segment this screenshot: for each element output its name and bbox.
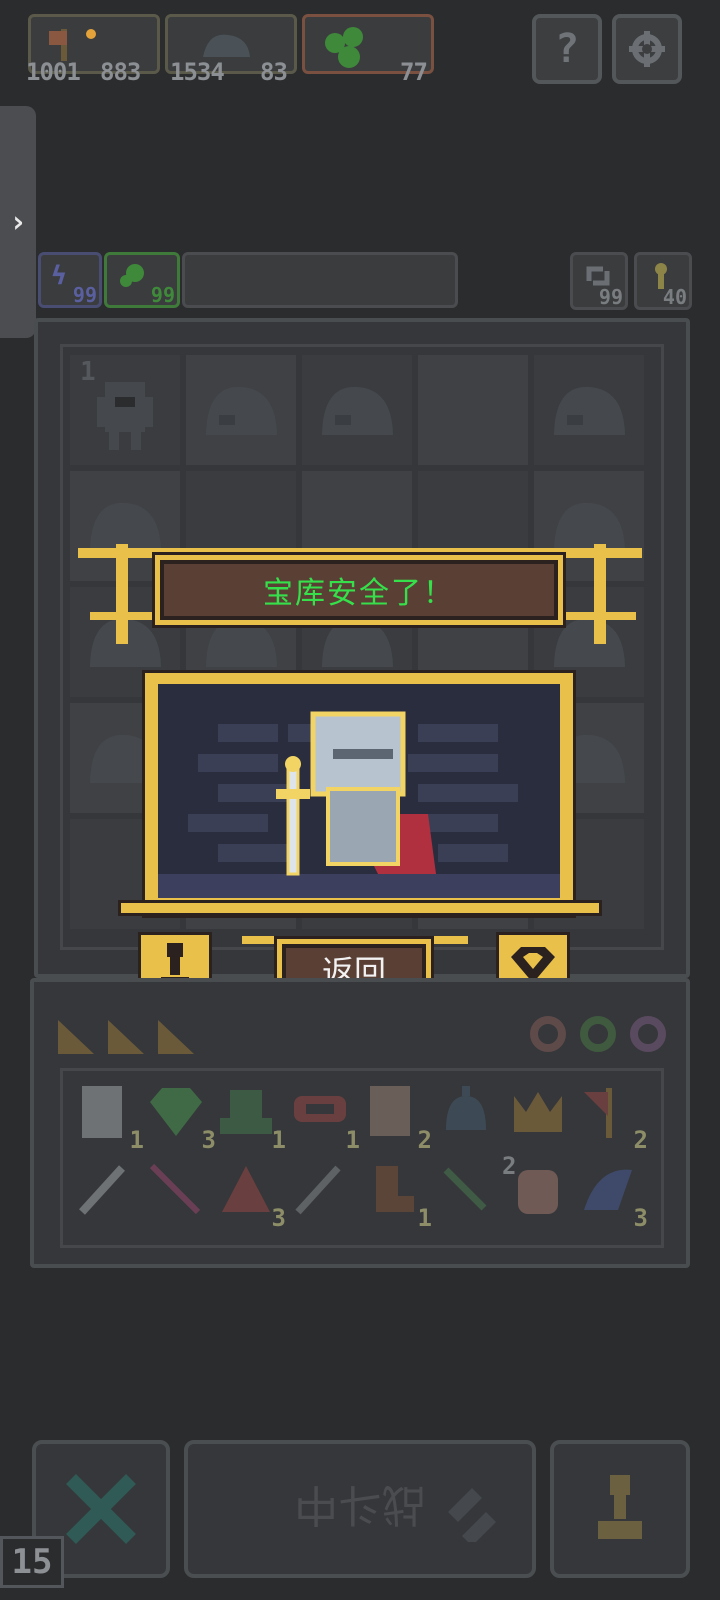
map-icon bbox=[370, 1086, 410, 1136]
resource-count-5: 77 bbox=[400, 58, 428, 86]
swap-icon bbox=[448, 1488, 496, 1542]
boot-item[interactable]: 1 bbox=[362, 1160, 432, 1232]
belt-item[interactable]: 1 bbox=[290, 1082, 360, 1154]
arrow-item[interactable] bbox=[146, 1160, 212, 1226]
ore-rock-icon bbox=[322, 386, 393, 435]
item-count: 1 bbox=[345, 1126, 360, 1154]
boot-icon bbox=[376, 1166, 414, 1212]
ore-rock-icon bbox=[206, 386, 277, 435]
pawn-button[interactable] bbox=[550, 1440, 690, 1578]
item-count: 3 bbox=[271, 1204, 286, 1232]
chess-pawn-icon bbox=[598, 1475, 642, 1539]
glove-icon bbox=[518, 1170, 558, 1214]
vault-cell-ore[interactable] bbox=[302, 355, 412, 465]
scroll-item[interactable]: 1 bbox=[74, 1082, 144, 1154]
helmet-item[interactable]: 3 bbox=[216, 1160, 286, 1232]
arrow-icon bbox=[149, 1163, 201, 1215]
hat-item[interactable]: 1 bbox=[216, 1082, 286, 1154]
resource-count-2: 883 bbox=[100, 58, 141, 86]
dagger-icon bbox=[79, 1165, 125, 1215]
crown-icon bbox=[514, 1092, 562, 1132]
item-count: 1 bbox=[417, 1204, 432, 1232]
vault-cell-ore[interactable] bbox=[186, 355, 296, 465]
belt-icon bbox=[294, 1096, 346, 1122]
notification-dot bbox=[86, 29, 96, 39]
resource-count-3: 1534 bbox=[170, 58, 225, 86]
item-count: 2 bbox=[502, 1152, 517, 1180]
vault-cell-monster[interactable]: 1 bbox=[70, 355, 180, 465]
wedge-icon[interactable] bbox=[156, 1016, 196, 1056]
scene-base bbox=[118, 900, 602, 916]
level-badge: 15 bbox=[0, 1536, 64, 1588]
bell-item[interactable] bbox=[436, 1082, 502, 1148]
ore-rock-icon bbox=[554, 386, 625, 435]
banner-post-right bbox=[594, 544, 606, 644]
side-drawer-tab[interactable]: › bbox=[0, 106, 36, 338]
hat-icon bbox=[220, 1090, 272, 1134]
chevron-right-icon: › bbox=[8, 204, 28, 240]
settings-button[interactable] bbox=[612, 14, 682, 84]
wing-item[interactable]: 3 bbox=[578, 1160, 648, 1232]
monster-icon bbox=[97, 382, 153, 450]
ring-icon[interactable] bbox=[628, 1014, 668, 1054]
vault-cell-empty[interactable] bbox=[418, 355, 528, 465]
help-button[interactable]: ? bbox=[532, 14, 602, 84]
energy-count: 99 bbox=[72, 283, 97, 307]
seed-icon bbox=[120, 264, 144, 287]
progress-track bbox=[182, 252, 458, 308]
item-count: 3 bbox=[633, 1204, 648, 1232]
lightning-icon: ϟ bbox=[51, 261, 67, 291]
scroll-icon bbox=[82, 1086, 122, 1138]
shovel-item[interactable] bbox=[436, 1160, 502, 1226]
wedge-icon[interactable] bbox=[106, 1016, 146, 1056]
ring-icon[interactable] bbox=[528, 1014, 568, 1054]
item-count: 3 bbox=[201, 1126, 216, 1154]
item-count: 1 bbox=[271, 1126, 286, 1154]
emerald-item[interactable]: 3 bbox=[146, 1082, 216, 1154]
glove-item[interactable]: 2 bbox=[502, 1152, 574, 1226]
battle-axe-icon bbox=[584, 1088, 612, 1138]
bell-icon bbox=[446, 1086, 486, 1130]
knight-scene bbox=[158, 684, 560, 898]
item-count: 2 bbox=[633, 1126, 648, 1154]
knife-icon bbox=[295, 1165, 341, 1215]
question-icon: ? bbox=[554, 26, 580, 72]
refresh-count: 99 bbox=[598, 285, 623, 309]
item-count: 2 bbox=[417, 1126, 432, 1154]
battle-button[interactable]: 战斗中 bbox=[184, 1440, 536, 1578]
seed-count: 99 bbox=[150, 283, 175, 307]
banner-post-left bbox=[116, 544, 128, 644]
crown-item[interactable] bbox=[508, 1082, 574, 1148]
item-count: 1 bbox=[129, 1126, 144, 1154]
refresh-stat[interactable]: 99 bbox=[570, 252, 628, 310]
key-count: 40 bbox=[662, 285, 687, 309]
ring-icon[interactable] bbox=[578, 1014, 618, 1054]
wedge-icon[interactable] bbox=[56, 1016, 96, 1056]
modal-title: 宝库安全了！ bbox=[263, 576, 455, 611]
shovel-icon bbox=[443, 1167, 487, 1211]
gear-icon bbox=[629, 31, 665, 67]
seed-stat: 99 bbox=[104, 252, 180, 308]
helmet-icon bbox=[222, 1166, 270, 1212]
knife-item[interactable] bbox=[290, 1160, 356, 1226]
energy-stat: ϟ 99 bbox=[38, 252, 102, 308]
dagger-item[interactable] bbox=[74, 1160, 140, 1226]
modal-title-banner: 宝库安全了！ bbox=[160, 560, 558, 620]
resource-count-1: 1001 bbox=[26, 58, 81, 86]
wing-icon bbox=[584, 1169, 632, 1210]
close-icon bbox=[66, 1474, 136, 1544]
herb-icon bbox=[325, 27, 363, 68]
battle-label: 战斗中 bbox=[294, 1479, 426, 1530]
knight-icon bbox=[276, 711, 436, 876]
axe-item[interactable]: 2 bbox=[578, 1082, 648, 1154]
emerald-icon bbox=[150, 1088, 202, 1136]
map-item[interactable]: 2 bbox=[362, 1082, 432, 1154]
resource-count-4: 83 bbox=[260, 58, 288, 86]
key-stat[interactable]: 40 bbox=[634, 252, 692, 310]
vault-cell-ore[interactable] bbox=[534, 355, 644, 465]
